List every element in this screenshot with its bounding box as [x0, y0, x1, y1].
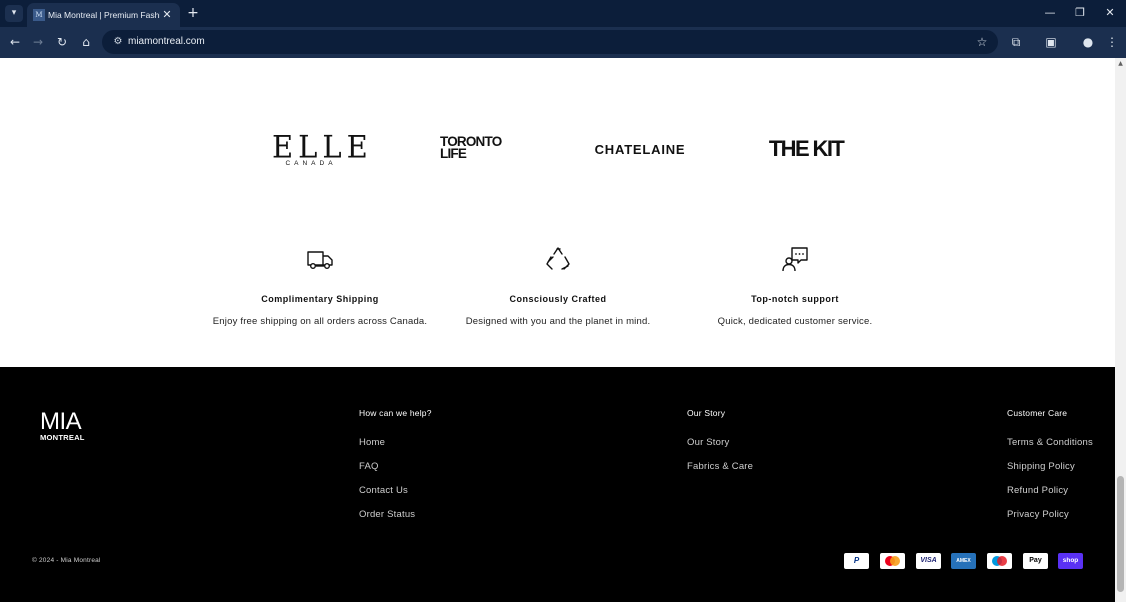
- close-window-icon[interactable]: ✕: [1096, 4, 1124, 22]
- recycle-icon: [546, 247, 570, 270]
- tab-title: Mia Montreal | Premium Fashion: [48, 10, 160, 20]
- bookmark-star-icon[interactable]: ☆: [974, 34, 990, 50]
- feature-text: Designed with you and the planet in mind…: [465, 316, 651, 327]
- page-scrollbar[interactable]: ▲: [1115, 58, 1126, 602]
- feature-title: Consciously Crafted: [509, 294, 607, 304]
- footer-heading: How can we help?: [359, 408, 432, 418]
- address-bar[interactable]: ⚙ miamontreal.com ☆: [102, 30, 998, 54]
- browser-toolbar: ← → ↻ ⌂ ⚙ miamontreal.com ☆ ⧉ ▣ ● ⋮: [0, 27, 1126, 58]
- restore-icon[interactable]: ❐: [1066, 4, 1094, 22]
- favicon: M: [33, 9, 45, 21]
- mastercard-icon: [880, 553, 905, 569]
- apple-pay-label: Pay: [1029, 557, 1042, 564]
- feature-crafted: Consciously Crafted Designed with you an…: [428, 244, 688, 327]
- amex-icon: AMEX: [951, 553, 976, 569]
- tab-strip: ▾ M Mia Montreal | Premium Fashion ✕ + —…: [0, 0, 1126, 27]
- footer-link-privacy-policy[interactable]: Privacy Policy: [1007, 509, 1093, 521]
- footer-link-order-status[interactable]: Order Status: [359, 509, 432, 521]
- new-tab-icon[interactable]: +: [185, 5, 201, 21]
- home-icon[interactable]: ⌂: [77, 33, 95, 51]
- feature-title: Complimentary Shipping: [261, 294, 379, 304]
- profile-icon[interactable]: ●: [1079, 33, 1097, 51]
- tab-list-icon[interactable]: ▾: [5, 5, 23, 22]
- scrollbar-thumb[interactable]: [1117, 476, 1124, 592]
- page-viewport: ELLE CANADA TORONTO LIFE CHATELAINE THE …: [0, 58, 1115, 602]
- footer-link-contact[interactable]: Contact Us: [359, 485, 432, 497]
- media-icon[interactable]: ▣: [1042, 33, 1060, 51]
- reload-icon[interactable]: ↻: [53, 33, 71, 51]
- menu-icon[interactable]: ⋮: [1103, 33, 1121, 51]
- elle-wordmark: ELLE: [272, 129, 373, 165]
- footer-column-story: Our Story Our Story Fabrics & Care: [687, 407, 753, 473]
- maestro-icon: [987, 553, 1012, 569]
- browser-chrome: ▾ M Mia Montreal | Premium Fashion ✕ + —…: [0, 0, 1126, 58]
- support-chat-icon: [782, 247, 808, 272]
- scroll-up-icon[interactable]: ▲: [1117, 60, 1124, 67]
- footer-heading: Customer Care: [1007, 408, 1068, 418]
- feature-support: Top-notch support Quick, dedicated custo…: [665, 244, 925, 327]
- feature-text: Quick, dedicated customer service.: [717, 316, 873, 327]
- brand-wordmark: MIA: [40, 408, 82, 435]
- footer-column-care: Customer Care Terms & Conditions Shippin…: [1007, 407, 1093, 521]
- toronto-line2: LIFE: [440, 146, 467, 161]
- paypal-icon: P: [844, 553, 869, 569]
- shop-pay-label: shop: [1062, 557, 1079, 564]
- paypal-label: P: [853, 556, 860, 565]
- feature-shipping: Complimentary Shipping Enjoy free shippi…: [190, 244, 450, 327]
- forward-icon[interactable]: →: [29, 33, 47, 51]
- amex-label: AMEX: [956, 558, 971, 564]
- visa-icon: VISA: [916, 553, 941, 569]
- back-icon[interactable]: ←: [6, 33, 24, 51]
- footer-column-help: How can we help? Home FAQ Contact Us Ord…: [359, 407, 432, 521]
- truck-icon: [307, 251, 333, 270]
- visa-label: VISA: [920, 557, 937, 564]
- footer-link-home[interactable]: Home: [359, 437, 432, 449]
- feature-title: Top-notch support: [751, 294, 839, 304]
- shop-pay-icon: shop: [1058, 553, 1083, 569]
- footer-link-terms[interactable]: Terms & Conditions: [1007, 437, 1093, 449]
- press-logo-the-kit: THE KIT: [768, 136, 845, 161]
- press-logo-toronto-life: TORONTO LIFE: [440, 135, 512, 161]
- minimize-icon[interactable]: —: [1036, 4, 1064, 22]
- copyright-text: © 2024 - Mia Montreal: [32, 557, 101, 564]
- footer-link-refund-policy[interactable]: Refund Policy: [1007, 485, 1093, 497]
- footer-heading: Our Story: [687, 408, 726, 418]
- maestro-circles: [992, 556, 1007, 566]
- mastercard-circles: [885, 556, 900, 566]
- footer-link-faq[interactable]: FAQ: [359, 461, 432, 473]
- press-logo-elle-canada: ELLE CANADA: [272, 129, 373, 167]
- browser-tab-active[interactable]: M Mia Montreal | Premium Fashion ✕: [27, 3, 180, 27]
- footer-link-fabrics-care[interactable]: Fabrics & Care: [687, 461, 753, 473]
- close-icon[interactable]: ✕: [160, 8, 174, 22]
- press-logo-chatelaine: CHATELAINE: [594, 142, 686, 157]
- site-info-icon[interactable]: ⚙: [110, 34, 126, 50]
- feature-text: Enjoy free shipping on all orders across…: [212, 316, 428, 327]
- brand-subtitle: MONTREAL: [40, 433, 85, 442]
- footer-logo[interactable]: MIA MONTREAL: [40, 408, 94, 443]
- url-text[interactable]: miamontreal.com: [128, 34, 205, 50]
- site-footer: MIA MONTREAL How can we help? Home FAQ C…: [0, 367, 1115, 602]
- extensions-icon[interactable]: ⧉: [1007, 33, 1025, 51]
- footer-link-shipping-policy[interactable]: Shipping Policy: [1007, 461, 1093, 473]
- apple-pay-icon: Pay: [1023, 553, 1048, 569]
- footer-link-our-story[interactable]: Our Story: [687, 437, 753, 449]
